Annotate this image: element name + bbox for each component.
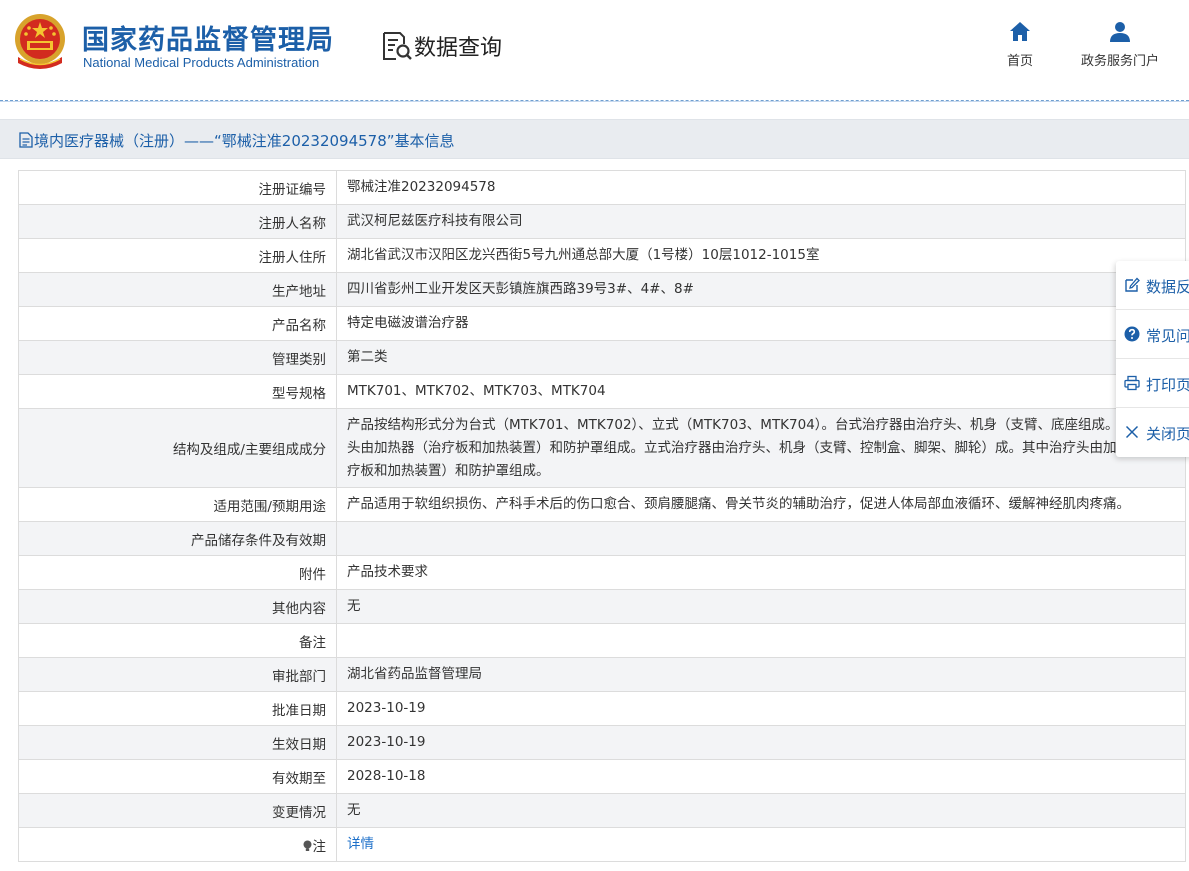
table-row: 备注 (18, 623, 1186, 658)
brand-title-cn: 国家药品监督管理局 (82, 25, 334, 56)
document-icon (19, 132, 33, 148)
row-value: 2023-10-19 (336, 725, 1186, 760)
table-row: 注册人名称 武汉柯尼兹医疗科技有限公司 (18, 204, 1186, 239)
table-row: 注册人住所 湖北省武汉市汉阳区龙兴西街5号九州通总部大厦（1号楼）10层1012… (18, 238, 1186, 273)
row-value: 武汉柯尼兹医疗科技有限公司 (336, 204, 1186, 239)
data-query-icon (383, 32, 412, 60)
row-value: 湖北省武汉市汉阳区龙兴西街5号九州通总部大厦（1号楼）10层1012-1015室 (336, 238, 1186, 273)
row-value: 2023-10-19 (336, 691, 1186, 726)
row-label: 注册人住所 (18, 238, 337, 273)
row-value: 特定电磁波谱治疗器 (336, 306, 1186, 341)
row-value: 四川省彭州工业开发区天彭镇旌旗西路39号3#、4#、8# (336, 272, 1186, 307)
row-label: 管理类别 (18, 340, 337, 375)
row-value: 详情 (336, 827, 1186, 862)
faq-button[interactable]: 常见问 (1116, 310, 1189, 359)
row-value: 产品按结构形式分为台式（MTK701、MTK702）、立式（MTK703、MTK… (336, 408, 1186, 488)
close-page-label: 关闭页 (1146, 425, 1189, 443)
table-row: 型号规格 MTK701、MTK702、MTK703、MTK704 (18, 374, 1186, 409)
table-row: 产品名称 特定电磁波谱治疗器 (18, 306, 1186, 341)
row-label: 产品名称 (18, 306, 337, 341)
table-row: 生效日期 2023-10-19 (18, 725, 1186, 760)
row-value: 无 (336, 589, 1186, 624)
table-row: 变更情况 无 (18, 793, 1186, 828)
row-value: 湖北省药品监督管理局 (336, 657, 1186, 692)
site-header: 国家药品监督管理局 National Medical Products Admi… (0, 0, 1189, 100)
feedback-button[interactable]: 数据反 (1116, 261, 1189, 310)
row-label: 注册证编号 (18, 170, 337, 205)
row-value (336, 521, 1186, 556)
page-title-bar: 境内医疗器械（注册）——“鄂械注准20232094578”基本信息 (0, 119, 1189, 159)
row-label: 其他内容 (18, 589, 337, 624)
user-icon (1110, 22, 1130, 42)
row-label: 生产地址 (18, 272, 337, 307)
row-value: 第二类 (336, 340, 1186, 375)
row-label: 备注 (18, 623, 337, 658)
table-row: 适用范围/预期用途 产品适用于软组织损伤、产科手术后的伤口愈合、颈肩腰腿痛、骨关… (18, 487, 1186, 522)
row-label: 适用范围/预期用途 (18, 487, 337, 522)
home-icon (1010, 22, 1030, 41)
row-value: 产品适用于软组织损伤、产科手术后的伤口愈合、颈肩腰腿痛、骨关节炎的辅助治疗，促进… (336, 487, 1186, 522)
row-value: 2028-10-18 (336, 759, 1186, 794)
note-label: 注 (312, 838, 327, 855)
table-row: 其他内容 无 (18, 589, 1186, 624)
row-label: 产品储存条件及有效期 (18, 521, 337, 556)
close-icon (1125, 425, 1139, 439)
table-row: 批准日期 2023-10-19 (18, 691, 1186, 726)
print-icon (1124, 375, 1140, 391)
row-label: 型号规格 (18, 374, 337, 409)
table-row: 生产地址 四川省彭州工业开发区天彭镇旌旗西路39号3#、4#、8# (18, 272, 1186, 307)
row-label: 注册人名称 (18, 204, 337, 239)
nav-home-label: 首页 (1006, 54, 1033, 69)
row-value (336, 623, 1186, 658)
faq-label: 常见问 (1146, 327, 1189, 345)
row-label: 生效日期 (18, 725, 337, 760)
table-row: 有效期至 2028-10-18 (18, 759, 1186, 794)
table-row: 产品储存条件及有效期 (18, 521, 1186, 556)
table-row: 结构及组成/主要组成成分 产品按结构形式分为台式（MTK701、MTK702）、… (18, 408, 1186, 488)
row-label: 结构及组成/主要组成成分 (18, 408, 337, 488)
row-label: 批准日期 (18, 691, 337, 726)
close-page-button[interactable]: 关闭页 (1116, 408, 1189, 457)
bulb-icon (303, 840, 311, 851)
header-divider (0, 100, 1189, 102)
row-label: 附件 (18, 555, 337, 590)
side-tool-panel: 数据反 常见问 打印页 关闭页 (1116, 261, 1189, 457)
nav-home-link[interactable]: 首页 (999, 20, 1041, 69)
row-label-note: 注 (18, 827, 337, 862)
data-query-title: 数据查询 (414, 36, 503, 61)
table-row: 注 详情 (18, 827, 1186, 862)
table-row: 管理类别 第二类 (18, 340, 1186, 375)
row-value: 产品技术要求 (336, 555, 1186, 590)
row-label: 变更情况 (18, 793, 337, 828)
page-title: 境内医疗器械（注册）——“鄂械注准20232094578”基本信息 (34, 132, 455, 150)
row-value: MTK701、MTK702、MTK703、MTK704 (336, 374, 1186, 409)
national-emblem-icon (15, 14, 65, 69)
row-value: 无 (336, 793, 1186, 828)
edit-icon (1125, 277, 1140, 292)
row-value: 鄂械注准20232094578 (336, 170, 1186, 205)
print-button[interactable]: 打印页 (1116, 359, 1189, 408)
nav-portal-label: 政务服务门户 (1080, 54, 1159, 69)
brand-title-en: National Medical Products Administration (83, 55, 320, 70)
nav-portal-link[interactable]: 政务服务门户 (1070, 20, 1170, 69)
table-row: 附件 产品技术要求 (18, 555, 1186, 590)
question-icon (1124, 326, 1140, 342)
print-label: 打印页 (1146, 376, 1189, 394)
table-row: 注册证编号 鄂械注准20232094578 (18, 170, 1186, 205)
details-link[interactable]: 详情 (347, 836, 374, 852)
row-label: 审批部门 (18, 657, 337, 692)
feedback-label: 数据反 (1146, 278, 1189, 296)
row-label: 有效期至 (18, 759, 337, 794)
registration-info-table: 注册证编号 鄂械注准20232094578 注册人名称 武汉柯尼兹医疗科技有限公… (18, 170, 1186, 862)
table-row: 审批部门 湖北省药品监督管理局 (18, 657, 1186, 692)
